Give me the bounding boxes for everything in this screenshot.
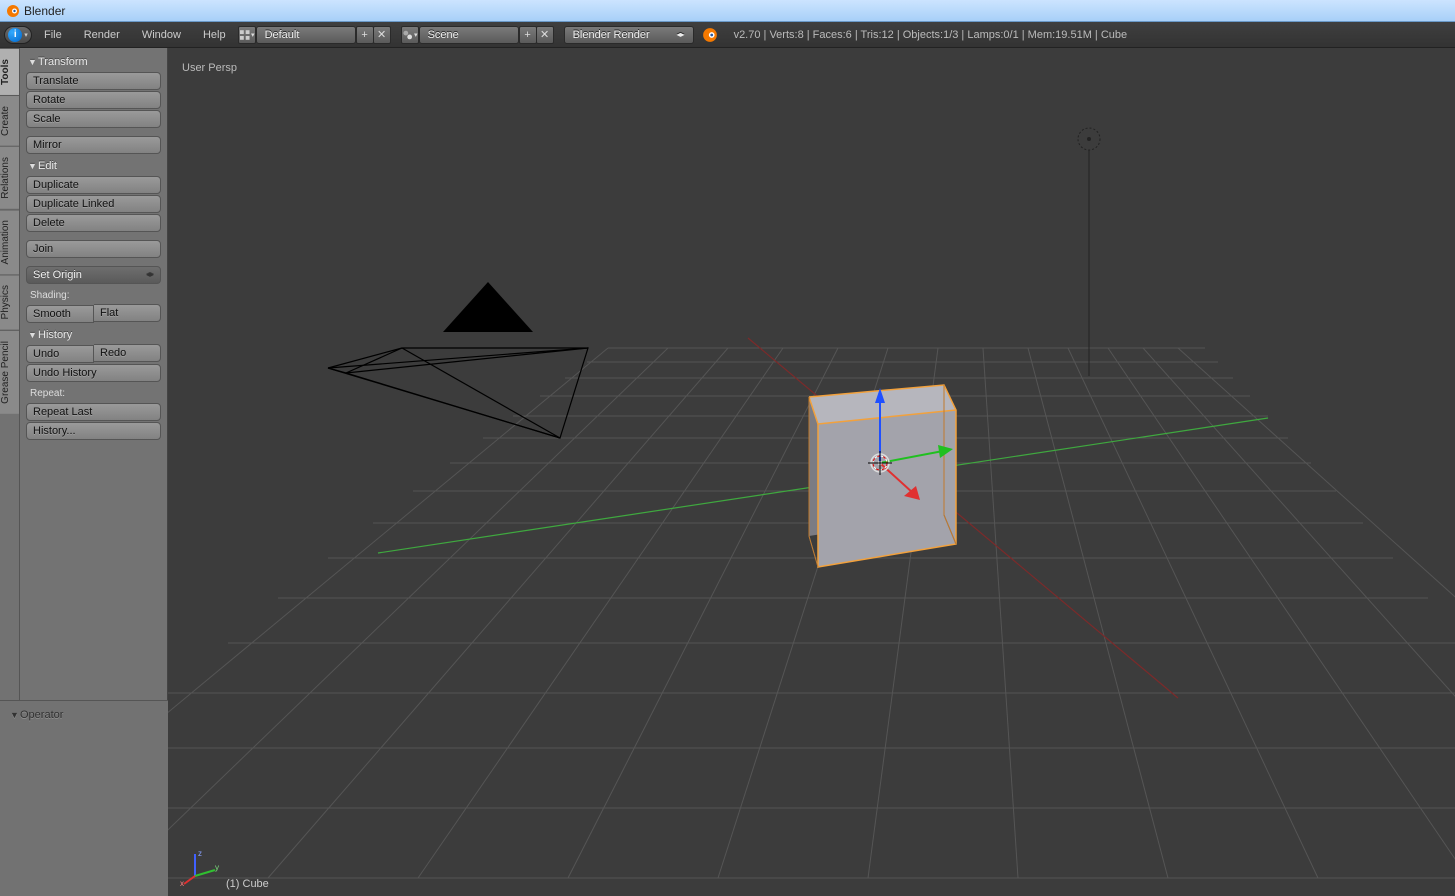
menu-help[interactable]: Help bbox=[193, 25, 236, 45]
scene-add-button[interactable]: + bbox=[519, 26, 537, 44]
undo-button[interactable]: Undo bbox=[26, 345, 94, 363]
mirror-button[interactable]: Mirror bbox=[26, 136, 161, 154]
top-menubar: i▾ File Render Window Help ▾ Default + ✕… bbox=[0, 22, 1455, 48]
camera-object[interactable] bbox=[328, 282, 588, 438]
workspace: Tools Create Relations Animation Physics… bbox=[0, 48, 1455, 896]
tab-relations[interactable]: Relations bbox=[0, 146, 19, 209]
render-engine-picker: Blender Render ◂▸ bbox=[564, 26, 694, 44]
panel-header-history[interactable]: ▼History bbox=[26, 325, 161, 343]
layout-browse-button[interactable]: ▾ bbox=[238, 26, 256, 44]
axis-gizmo-icon: z y x bbox=[180, 846, 220, 886]
repeat-last-button[interactable]: Repeat Last bbox=[26, 403, 161, 421]
active-object-label: (1) Cube bbox=[226, 878, 269, 890]
3d-viewport[interactable]: User Persp bbox=[168, 48, 1455, 896]
scale-button[interactable]: Scale bbox=[26, 110, 161, 128]
shading-label: Shading: bbox=[26, 286, 161, 303]
translate-button[interactable]: Translate bbox=[26, 72, 161, 90]
delete-button[interactable]: Delete bbox=[26, 214, 161, 232]
tool-shelf: ▼Transform Translate Rotate Scale Mirror… bbox=[20, 48, 168, 700]
render-engine-label: Blender Render bbox=[573, 29, 650, 41]
panel-header-operator[interactable]: ▼Operator bbox=[8, 705, 160, 723]
menu-file[interactable]: File bbox=[34, 25, 72, 45]
panel-header-transform[interactable]: ▼Transform bbox=[26, 52, 161, 70]
tab-animation[interactable]: Animation bbox=[0, 209, 19, 274]
shade-flat-button[interactable]: Flat bbox=[94, 304, 161, 322]
duplicate-linked-button[interactable]: Duplicate Linked bbox=[26, 195, 161, 213]
layout-picker: ▾ Default + ✕ bbox=[238, 26, 391, 44]
svg-text:x: x bbox=[180, 879, 184, 886]
cube-object[interactable] bbox=[809, 385, 956, 567]
tab-physics[interactable]: Physics bbox=[0, 274, 19, 329]
blender-logo-icon bbox=[6, 4, 20, 18]
scene-name-field[interactable]: Scene bbox=[419, 26, 519, 44]
set-origin-dropdown[interactable]: Set Origin bbox=[26, 266, 161, 284]
tab-tools[interactable]: Tools bbox=[0, 48, 19, 95]
lamp-object[interactable] bbox=[1078, 128, 1100, 376]
info-editor-icon[interactable]: i▾ bbox=[4, 26, 32, 44]
layout-remove-button[interactable]: ✕ bbox=[373, 26, 391, 44]
svg-text:z: z bbox=[198, 849, 202, 858]
tab-grease-pencil[interactable]: Grease Pencil bbox=[0, 330, 19, 414]
panel-header-edit[interactable]: ▼Edit bbox=[26, 156, 161, 174]
rotate-button[interactable]: Rotate bbox=[26, 91, 161, 109]
repeat-label: Repeat: bbox=[26, 384, 161, 401]
window-title: Blender bbox=[24, 4, 65, 18]
duplicate-button[interactable]: Duplicate bbox=[26, 176, 161, 194]
history-menu-button[interactable]: History... bbox=[26, 422, 161, 440]
redo-button[interactable]: Redo bbox=[94, 344, 161, 362]
menu-window[interactable]: Window bbox=[132, 25, 191, 45]
undo-history-button[interactable]: Undo History bbox=[26, 364, 161, 382]
scene-picker: ▾ Scene + ✕ bbox=[401, 26, 554, 44]
join-button[interactable]: Join bbox=[26, 240, 161, 258]
tab-create[interactable]: Create bbox=[0, 95, 19, 146]
scene-remove-button[interactable]: ✕ bbox=[536, 26, 554, 44]
layout-add-button[interactable]: + bbox=[356, 26, 374, 44]
shade-smooth-button[interactable]: Smooth bbox=[26, 305, 94, 323]
window-titlebar: Blender bbox=[0, 0, 1455, 22]
svg-text:y: y bbox=[215, 863, 219, 872]
viewport-scene bbox=[168, 48, 1455, 896]
operator-shelf: ▼Operator bbox=[0, 700, 168, 896]
render-engine-dropdown[interactable]: Blender Render ◂▸ bbox=[564, 26, 694, 44]
blender-small-icon bbox=[696, 26, 724, 44]
status-text: v2.70 | Verts:8 | Faces:6 | Tris:12 | Ob… bbox=[734, 29, 1128, 41]
layout-name-field[interactable]: Default bbox=[256, 26, 356, 44]
tool-tabs: Tools Create Relations Animation Physics… bbox=[0, 48, 20, 700]
menu-render[interactable]: Render bbox=[74, 25, 130, 45]
scene-browse-button[interactable]: ▾ bbox=[401, 26, 419, 44]
